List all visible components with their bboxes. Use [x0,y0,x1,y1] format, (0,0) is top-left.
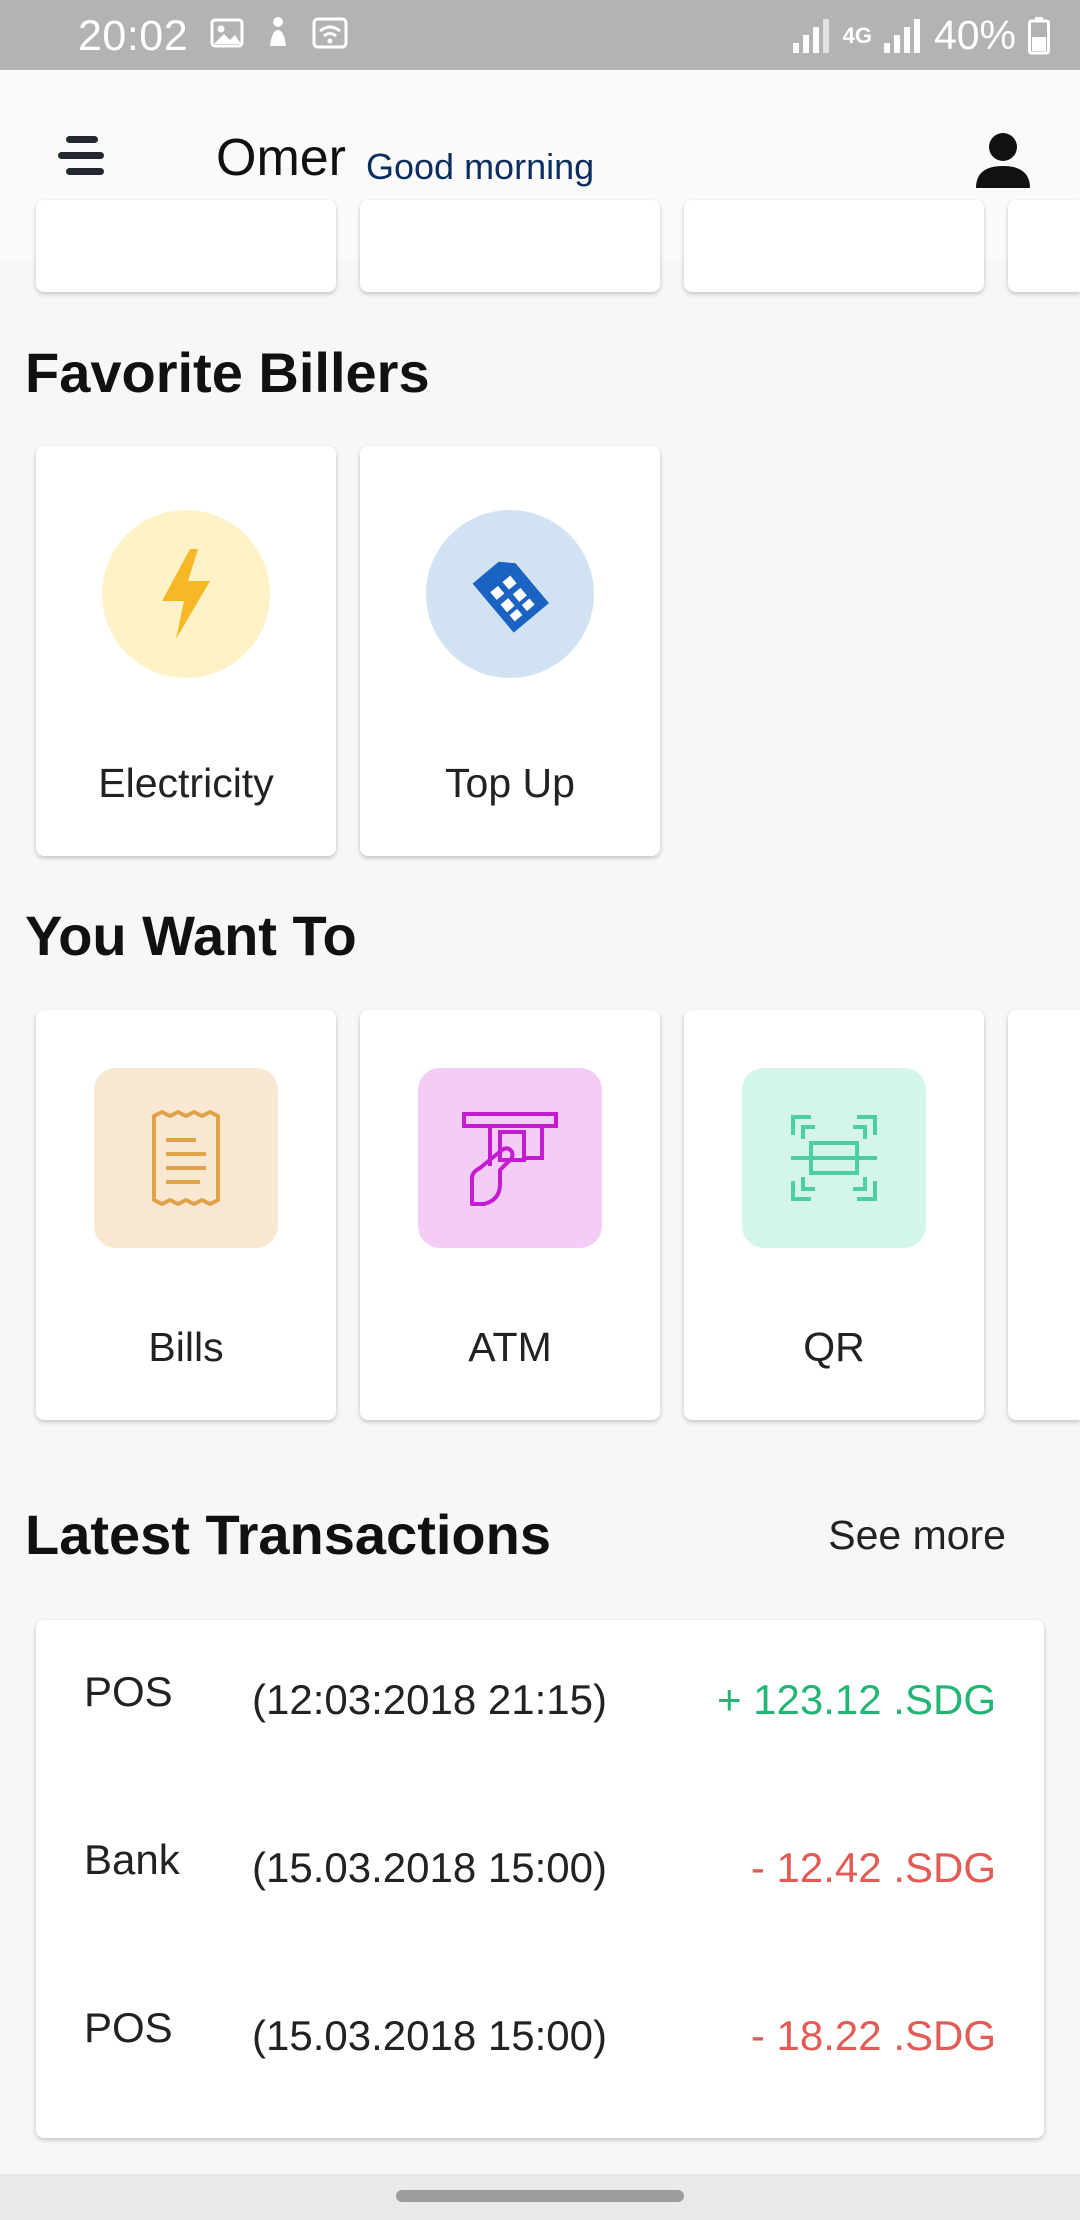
action-card-bills[interactable]: Bills [36,1010,336,1420]
wifi-icon [312,17,348,49]
receipt-icon [152,1110,220,1206]
biller-label: Top Up [445,760,575,806]
biller-label: Electricity [98,760,274,806]
battery-percent: 40% [933,12,1016,58]
greeting-text: Good morning [366,146,595,187]
see-more-link[interactable]: See more [828,1512,1006,1559]
quick-action-card[interactable] [360,200,660,292]
status-bar: 20:02 4G 40% [0,0,1080,70]
action-label: Bills [148,1324,224,1370]
transaction-type: Bank [84,1836,180,1883]
quick-action-card[interactable] [36,200,336,292]
transaction-date: (15.03.2018 15:00) [252,2012,607,2059]
transaction-date: (12:03:2018 21:15) [252,1676,607,1723]
action-card-qr[interactable]: QR [684,1010,984,1420]
transactions-card: POS (12:03:2018 21:15) + 123.12 .SDG Ban… [36,1620,1044,2138]
transaction-date: (15.03.2018 15:00) [252,1844,607,1891]
action-card-atm[interactable]: ATM [360,1010,660,1420]
status-time: 20:02 [78,12,189,60]
transaction-row[interactable]: Bank (15.03.2018 15:00) - 12.42 .SDG [36,1836,1044,1956]
transaction-type: POS [84,2004,173,2051]
sim-card-icon [472,561,549,633]
transaction-amount: - 18.22 .SDG [750,2012,996,2059]
account-button[interactable] [968,126,1038,196]
transaction-amount: + 123.12 .SDG [716,1676,996,1723]
transaction-amount: - 12.42 .SDG [750,1844,996,1891]
network-type: 4G [842,22,872,48]
quick-action-card[interactable] [1008,200,1080,292]
home-gesture-handle[interactable] [396,2190,684,2202]
lightning-icon [162,549,210,639]
signal-icon [883,18,922,53]
qr-scan-icon [791,1115,877,1201]
user-name: Omer [216,129,346,187]
system-nav-bar [0,2174,1080,2220]
biller-card-electricity[interactable]: Electricity [36,446,336,856]
atm-icon [462,1112,558,1206]
action-label: QR [803,1324,865,1370]
action-card-more[interactable] [1008,1010,1080,1420]
action-label: ATM [468,1324,552,1370]
transaction-row[interactable]: POS (12:03:2018 21:15) + 123.12 .SDG [36,1668,1044,1788]
favorite-billers-title: Favorite Billers [25,341,430,404]
transaction-type: POS [84,1668,173,1715]
transaction-row[interactable]: POS (15.03.2018 15:00) - 18.22 .SDG [36,2004,1044,2124]
menu-button[interactable] [56,130,112,186]
person-icon [976,133,1030,188]
battery-icon [1028,16,1050,54]
quick-action-card[interactable] [684,200,984,292]
you-want-to-title: You Want To [25,904,357,967]
signal-icon [792,18,831,53]
latest-transactions-title: Latest Transactions [25,1503,551,1566]
biller-card-top-up[interactable]: Top Up [360,446,660,856]
accessibility-icon [270,17,286,46]
gallery-icon [210,18,244,48]
